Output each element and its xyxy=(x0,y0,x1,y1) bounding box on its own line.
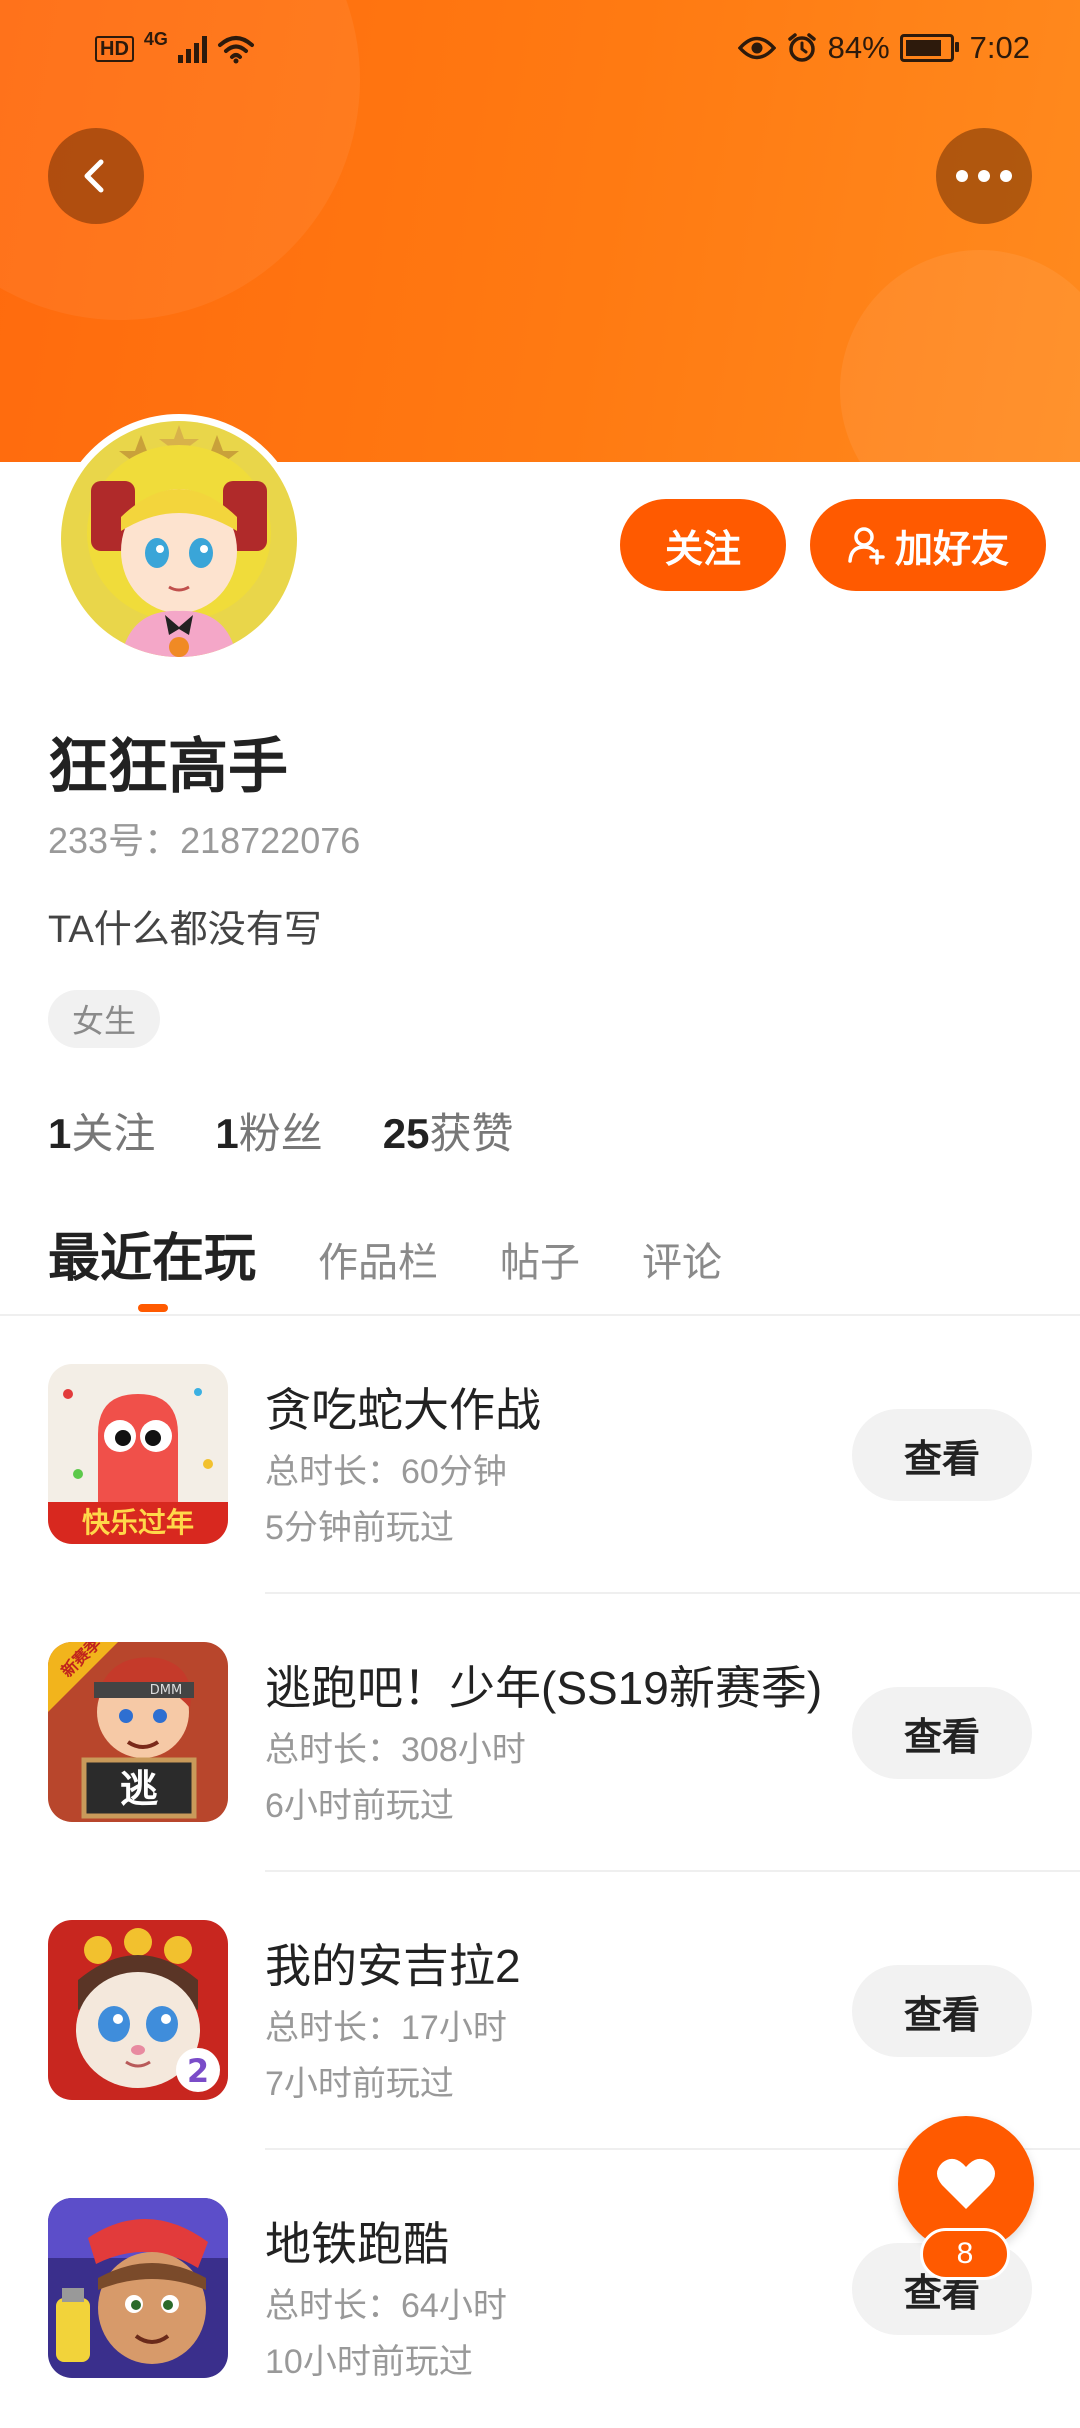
battery-percent: 84% xyxy=(827,30,890,65)
follow-button[interactable]: 关注 xyxy=(620,499,786,591)
avatar[interactable] xyxy=(54,414,304,664)
chevron-left-icon xyxy=(84,159,104,193)
status-bar-right: 84% 7:02 xyxy=(737,30,1030,66)
stat-followers[interactable]: 1粉丝 xyxy=(215,1100,322,1161)
game-last-played: 5分钟前玩过 xyxy=(265,1509,454,1547)
tab-comments[interactable]: 评论 xyxy=(642,1230,722,1288)
game-duration: 总时长：60分钟 xyxy=(265,1453,507,1491)
stat-value: 1 xyxy=(215,1110,239,1157)
status-bar-left: HD 4G xyxy=(95,29,255,64)
avatar-image xyxy=(61,421,297,657)
game-title: 我的安吉拉2 xyxy=(265,1940,521,1992)
stat-value: 25 xyxy=(382,1110,430,1157)
svg-text:逃: 逃 xyxy=(120,1767,158,1811)
list-item[interactable]: 2 我的安吉拉2 总时长：17小时 7小时前玩过 查看 xyxy=(0,1872,1080,2150)
battery-icon xyxy=(899,34,959,62)
stat-label: 粉丝 xyxy=(238,1110,323,1157)
add-friend-button[interactable]: 加好友 xyxy=(810,499,1046,591)
game-last-played: 10小时前玩过 xyxy=(265,2343,473,2381)
view-button[interactable]: 查看 xyxy=(852,1687,1032,1779)
game-icon-angela: 2 xyxy=(48,1920,228,2100)
game-icon-subway xyxy=(48,2198,228,2378)
more-button[interactable] xyxy=(936,128,1032,224)
add-friend-button-label: 加好友 xyxy=(894,528,1009,571)
clock: 7:02 xyxy=(969,30,1030,65)
alarm-icon xyxy=(787,33,816,62)
battery-level xyxy=(905,40,941,56)
stat-value: 1 xyxy=(48,1110,72,1157)
status-bar: HD 4G 84% 7:02 xyxy=(0,0,1080,104)
profile-name: 狂狂高手 xyxy=(48,733,288,800)
game-title: 贪吃蛇大作战 xyxy=(265,1384,541,1436)
active-tab-indicator xyxy=(138,1304,168,1312)
view-button[interactable]: 查看 xyxy=(852,1409,1032,1501)
stat-likes: 25获赞 xyxy=(383,1100,514,1161)
subway-game-icon xyxy=(48,2198,228,2378)
tab-posts[interactable]: 帖子 xyxy=(500,1230,580,1288)
svg-text:DMM: DMM xyxy=(150,1683,182,1698)
list-item[interactable]: DMM 逃 新赛季 逃跑吧！少年(SS19新赛季) 总时长：308小时 6小时前… xyxy=(0,1594,1080,1872)
stat-label: 获赞 xyxy=(429,1110,514,1157)
back-button[interactable] xyxy=(48,128,144,224)
stat-label: 关注 xyxy=(71,1110,156,1157)
list-item[interactable]: 快乐过年 贪吃蛇大作战 总时长：60分钟 5分钟前玩过 查看 xyxy=(0,1316,1080,1594)
profile-stats: 1关注 1粉丝 25获赞 xyxy=(48,1100,513,1161)
recent-games-list: 快乐过年 贪吃蛇大作战 总时长：60分钟 5分钟前玩过 查看 DMM 逃 新赛季 xyxy=(0,1316,1080,2428)
game-duration: 总时长：308小时 xyxy=(265,1731,526,1769)
game-duration: 总时长：17小时 xyxy=(265,2009,507,2047)
escape-game-icon: DMM 逃 新赛季 xyxy=(48,1642,228,1822)
follow-button-label: 关注 xyxy=(664,528,741,571)
eye-icon xyxy=(737,36,776,60)
add-user-icon xyxy=(848,527,885,565)
view-button[interactable]: 查看 xyxy=(852,1965,1032,2057)
profile-tabs: 最近在玩 作品栏 帖子 评论 xyxy=(48,1216,784,1291)
game-icon-escape: DMM 逃 新赛季 xyxy=(48,1642,228,1822)
stat-following[interactable]: 1关注 xyxy=(48,1100,155,1161)
network-type: 4G xyxy=(143,28,168,49)
tab-recently-played[interactable]: 最近在玩 xyxy=(48,1216,256,1291)
game-title: 逃跑吧！少年(SS19新赛季) xyxy=(265,1662,823,1714)
angela-game-icon: 2 xyxy=(48,1920,228,2100)
more-horizontal-icon xyxy=(956,170,1012,182)
profile-header-banner: HD 4G 84% 7:02 xyxy=(0,0,1080,462)
svg-text:2: 2 xyxy=(187,2052,209,2090)
game-icon-snake: 快乐过年 xyxy=(48,1364,228,1544)
game-last-played: 7小时前玩过 xyxy=(265,2065,454,2103)
header-decoration xyxy=(840,250,1080,462)
game-title: 地铁跑酷 xyxy=(265,2218,449,2270)
game-duration: 总时长：64小时 xyxy=(265,2287,507,2325)
profile-id: 233号：218722076 xyxy=(48,820,361,861)
svg-text:快乐过年: 快乐过年 xyxy=(82,1506,194,1539)
like-count-badge: 8 xyxy=(920,2228,1010,2280)
wifi-icon xyxy=(217,36,254,64)
heart-icon xyxy=(937,2158,995,2209)
snake-game-icon: 快乐过年 xyxy=(48,1364,228,1544)
signal-icon xyxy=(177,35,207,63)
tab-works[interactable]: 作品栏 xyxy=(318,1230,438,1288)
profile-bio: TA什么都没有写 xyxy=(48,909,322,951)
gender-tag: 女生 xyxy=(48,990,161,1048)
hd-icon: HD xyxy=(95,36,134,62)
game-last-played: 6小时前玩过 xyxy=(265,1787,454,1825)
